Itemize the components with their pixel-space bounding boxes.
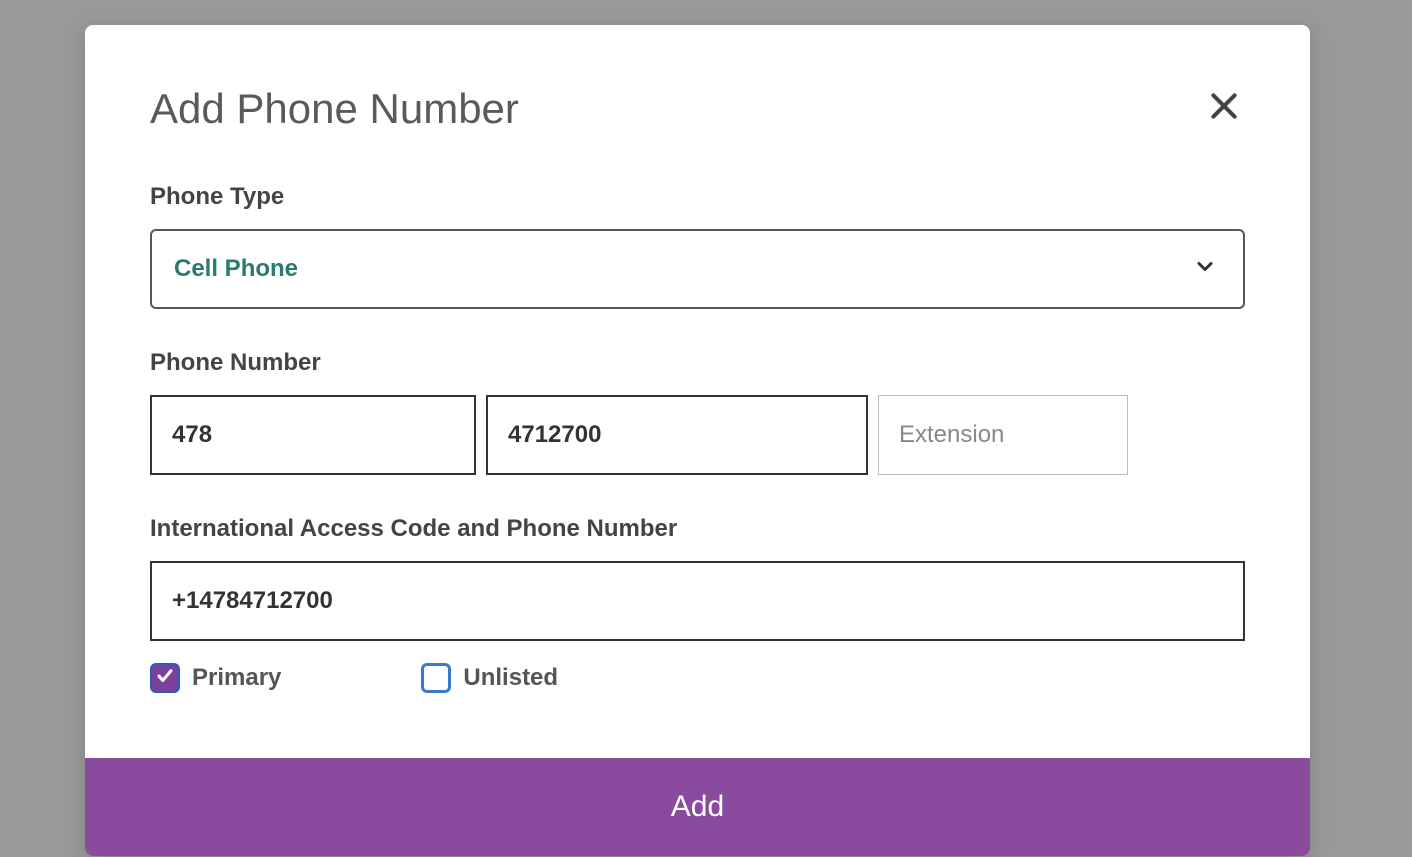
unlisted-checkbox[interactable]	[421, 663, 451, 693]
modal-header: Add Phone Number	[150, 85, 1245, 133]
international-label: International Access Code and Phone Numb…	[150, 515, 1245, 543]
checkmark-icon	[156, 667, 174, 690]
phone-number-label: Phone Number	[150, 349, 1245, 377]
primary-checkbox[interactable]	[150, 663, 180, 693]
modal-body: Add Phone Number Phone Type Cell Phone	[85, 25, 1310, 758]
phone-number-row	[150, 395, 1245, 475]
add-phone-modal: Add Phone Number Phone Type Cell Phone	[85, 25, 1310, 856]
add-button[interactable]: Add	[85, 758, 1310, 856]
close-button[interactable]	[1203, 85, 1245, 130]
phone-main-input[interactable]	[486, 395, 868, 475]
area-code-input[interactable]	[150, 395, 476, 475]
unlisted-checkbox-label: Unlisted	[463, 664, 558, 692]
phone-type-select-wrapper: Cell Phone	[150, 229, 1245, 309]
phone-type-label: Phone Type	[150, 183, 1245, 211]
primary-checkbox-group: Primary	[150, 663, 281, 693]
extension-input[interactable]	[878, 395, 1128, 475]
unlisted-checkbox-group: Unlisted	[421, 663, 558, 693]
checkbox-row: Primary Unlisted	[150, 663, 1245, 693]
international-input[interactable]	[150, 561, 1245, 641]
modal-title: Add Phone Number	[150, 85, 519, 133]
primary-checkbox-label: Primary	[192, 664, 281, 692]
close-icon	[1208, 110, 1240, 125]
phone-type-select[interactable]: Cell Phone	[150, 229, 1245, 309]
